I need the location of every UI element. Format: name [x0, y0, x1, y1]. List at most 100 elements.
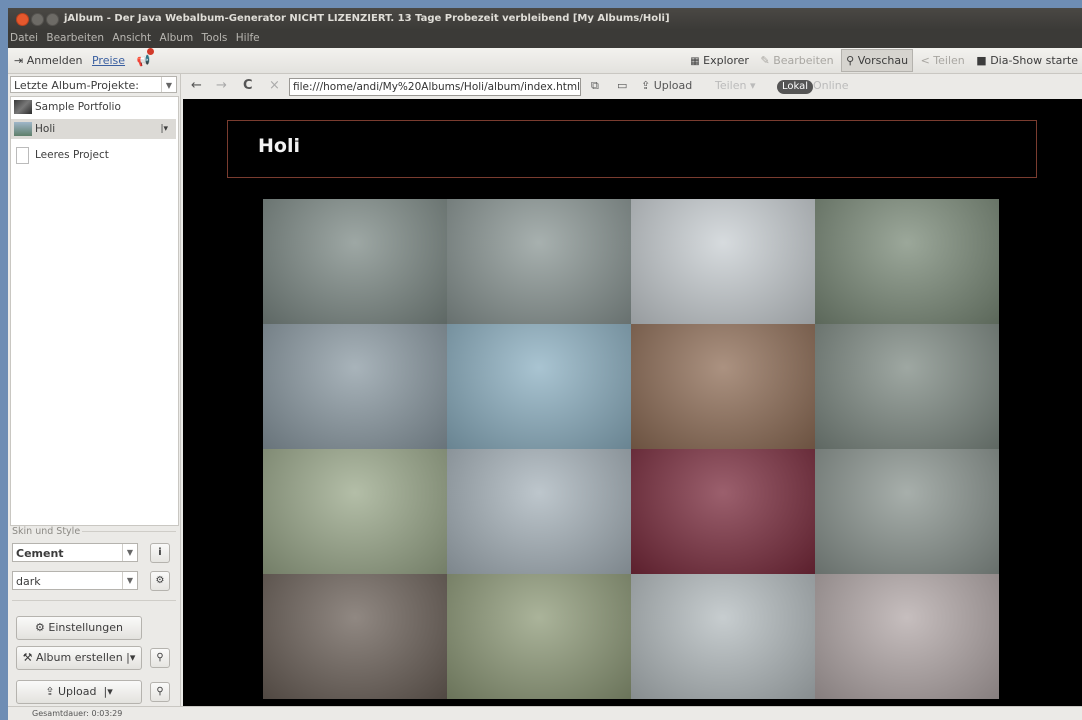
album-title: Holi: [258, 135, 300, 157]
album-preview: Holi: [183, 99, 1082, 706]
slideshow-icon: ■: [976, 54, 987, 67]
divider: [82, 531, 176, 532]
style-settings-button[interactable]: ⚙: [150, 571, 170, 591]
open-folder-button[interactable]: ▭: [617, 74, 627, 98]
project-menu-button[interactable]: |▾: [160, 119, 168, 139]
share-mode-button[interactable]: < Teilen: [917, 48, 969, 73]
arrow-right-icon: →: [216, 78, 227, 93]
close-window-button[interactable]: [16, 13, 29, 26]
login-icon: ⇥: [14, 54, 24, 67]
back-button[interactable]: ←: [191, 74, 202, 98]
make-album-button[interactable]: ⚒ Album erstellen |▾: [16, 646, 142, 670]
photo-thumbnail[interactable]: [263, 449, 447, 574]
open-external-button[interactable]: ⧉: [591, 74, 599, 98]
photo-thumbnail[interactable]: [815, 324, 999, 449]
menu-datei[interactable]: Datei: [10, 32, 38, 44]
window-title: jAlbum - Der Java Webalbum-Generator NIC…: [64, 13, 670, 24]
edit-mode-button[interactable]: ✎ Bearbeiten: [756, 48, 837, 73]
photo-thumbnail[interactable]: [815, 449, 999, 574]
project-item-leeres-project[interactable]: Leeres Project: [11, 145, 176, 165]
status-bar: Gesamtdauer: 0:03:29: [8, 706, 1082, 720]
lokal-toggle[interactable]: Lokal: [777, 74, 814, 98]
photo-thumbnail[interactable]: [263, 199, 447, 324]
menu-album[interactable]: Album: [160, 32, 194, 44]
divider: [12, 600, 176, 601]
magnifier-icon: ⚲: [846, 54, 855, 67]
minimize-window-button[interactable]: [31, 13, 44, 26]
menu-bearbeiten[interactable]: Bearbeiten: [46, 32, 104, 44]
external-link-icon: ⧉: [591, 79, 599, 92]
sidebar: Letzte Album-Projekte: ▼ Sample Portfoli…: [8, 74, 181, 706]
photo-thumbnail[interactable]: [447, 449, 631, 574]
menu-tools[interactable]: Tools: [202, 32, 228, 44]
gear-icon: ⚙: [35, 621, 45, 634]
explorer-mode-button[interactable]: ▦ Explorer: [686, 48, 753, 74]
project-list: Sample Portfolio Holi |▾ Leeres Project: [10, 96, 179, 526]
info-icon: i: [158, 547, 162, 558]
search-icon: ⚲: [156, 686, 164, 697]
announcement-icon[interactable]: 📢: [137, 48, 155, 67]
share-icon: <: [920, 54, 930, 67]
project-item-holi[interactable]: Holi |▾: [11, 119, 176, 139]
chevron-down-icon: ▼: [122, 572, 137, 589]
preview-mode-button[interactable]: ⚲ Vorschau: [841, 49, 914, 72]
nav-upload-button[interactable]: ⇪ Upload: [641, 74, 692, 98]
gear-icon: ⚙: [155, 575, 165, 586]
upload-icon: ⇪: [641, 79, 651, 92]
main-toolbar: ⇥ Anmelden Preise 📢 ▦ Explorer ✎ Bearbei…: [8, 48, 1082, 74]
skin-dropdown[interactable]: Cement ▼: [12, 543, 138, 562]
close-icon: ×: [269, 78, 280, 93]
grid-icon: ▦: [690, 56, 700, 67]
photo-thumbnail[interactable]: [447, 324, 631, 449]
url-field[interactable]: file:///home/andi/My%20Albums/Holi/album…: [289, 78, 581, 96]
wand-icon: ⚒: [22, 651, 33, 664]
photo-thumb: [14, 122, 32, 136]
photo-thumbnail[interactable]: [815, 199, 999, 324]
photo-thumbnail[interactable]: [631, 574, 815, 699]
settings-button[interactable]: ⚙ Einstellungen: [16, 616, 142, 640]
forward-button[interactable]: →: [216, 74, 227, 98]
chevron-down-icon: ▼: [161, 77, 176, 92]
reload-button[interactable]: C: [243, 74, 253, 98]
search-icon: ⚲: [156, 652, 164, 663]
title-bar: jAlbum - Der Java Webalbum-Generator NIC…: [8, 8, 1082, 30]
stop-button[interactable]: ×: [269, 74, 280, 98]
skin-info-button[interactable]: i: [150, 543, 170, 563]
photo-thumbnail[interactable]: [263, 324, 447, 449]
style-dropdown[interactable]: dark ▼: [12, 571, 138, 590]
photo-thumbnail[interactable]: [447, 574, 631, 699]
photo-thumbnail[interactable]: [631, 324, 815, 449]
preview-navbar: ← → C × file:///home/andi/My%20Albums/Ho…: [183, 74, 1082, 99]
photo-thumbnail[interactable]: [631, 199, 815, 324]
photo-thumbnail[interactable]: [815, 574, 999, 699]
reload-icon: C: [243, 78, 253, 93]
chevron-down-icon: ▼: [122, 544, 137, 561]
project-item-sample-portfolio[interactable]: Sample Portfolio: [11, 97, 176, 117]
status-duration: Gesamtdauer: 0:03:29: [32, 709, 123, 718]
upload-search-button[interactable]: ⚲: [150, 682, 170, 702]
nav-share-button[interactable]: Teilen ▾: [715, 74, 756, 98]
pencil-icon: ✎: [760, 54, 770, 67]
photo-thumbnail[interactable]: [447, 199, 631, 324]
album-header: Holi: [227, 120, 1037, 178]
upload-button[interactable]: ⇪ Upload |▾: [16, 680, 142, 704]
slideshow-button[interactable]: ■ Dia-Show starte: [972, 48, 1082, 73]
login-button[interactable]: ⇥ Anmelden: [14, 54, 82, 67]
online-toggle[interactable]: Online: [813, 74, 848, 98]
menu-hilfe[interactable]: Hilfe: [236, 32, 260, 44]
upload-icon: ⇪: [45, 685, 55, 698]
menu-bar: Datei Bearbeiten Ansicht Album Tools Hil…: [8, 30, 1082, 48]
photo-thumb: [14, 100, 32, 114]
maximize-window-button[interactable]: [46, 13, 59, 26]
menu-ansicht[interactable]: Ansicht: [112, 32, 151, 44]
photo-thumbnail[interactable]: [631, 449, 815, 574]
prices-link[interactable]: Preise: [92, 54, 125, 67]
recent-projects-dropdown[interactable]: Letzte Album-Projekte: ▼: [10, 76, 177, 93]
document-icon: [16, 147, 29, 164]
photo-thumbnail[interactable]: [263, 574, 447, 699]
app-window: jAlbum - Der Java Webalbum-Generator NIC…: [8, 8, 1082, 720]
folder-icon: ▭: [617, 79, 628, 92]
arrow-left-icon: ←: [191, 78, 202, 93]
preview-album-button[interactable]: ⚲: [150, 648, 170, 668]
skin-section-label: Skin und Style: [12, 526, 81, 537]
